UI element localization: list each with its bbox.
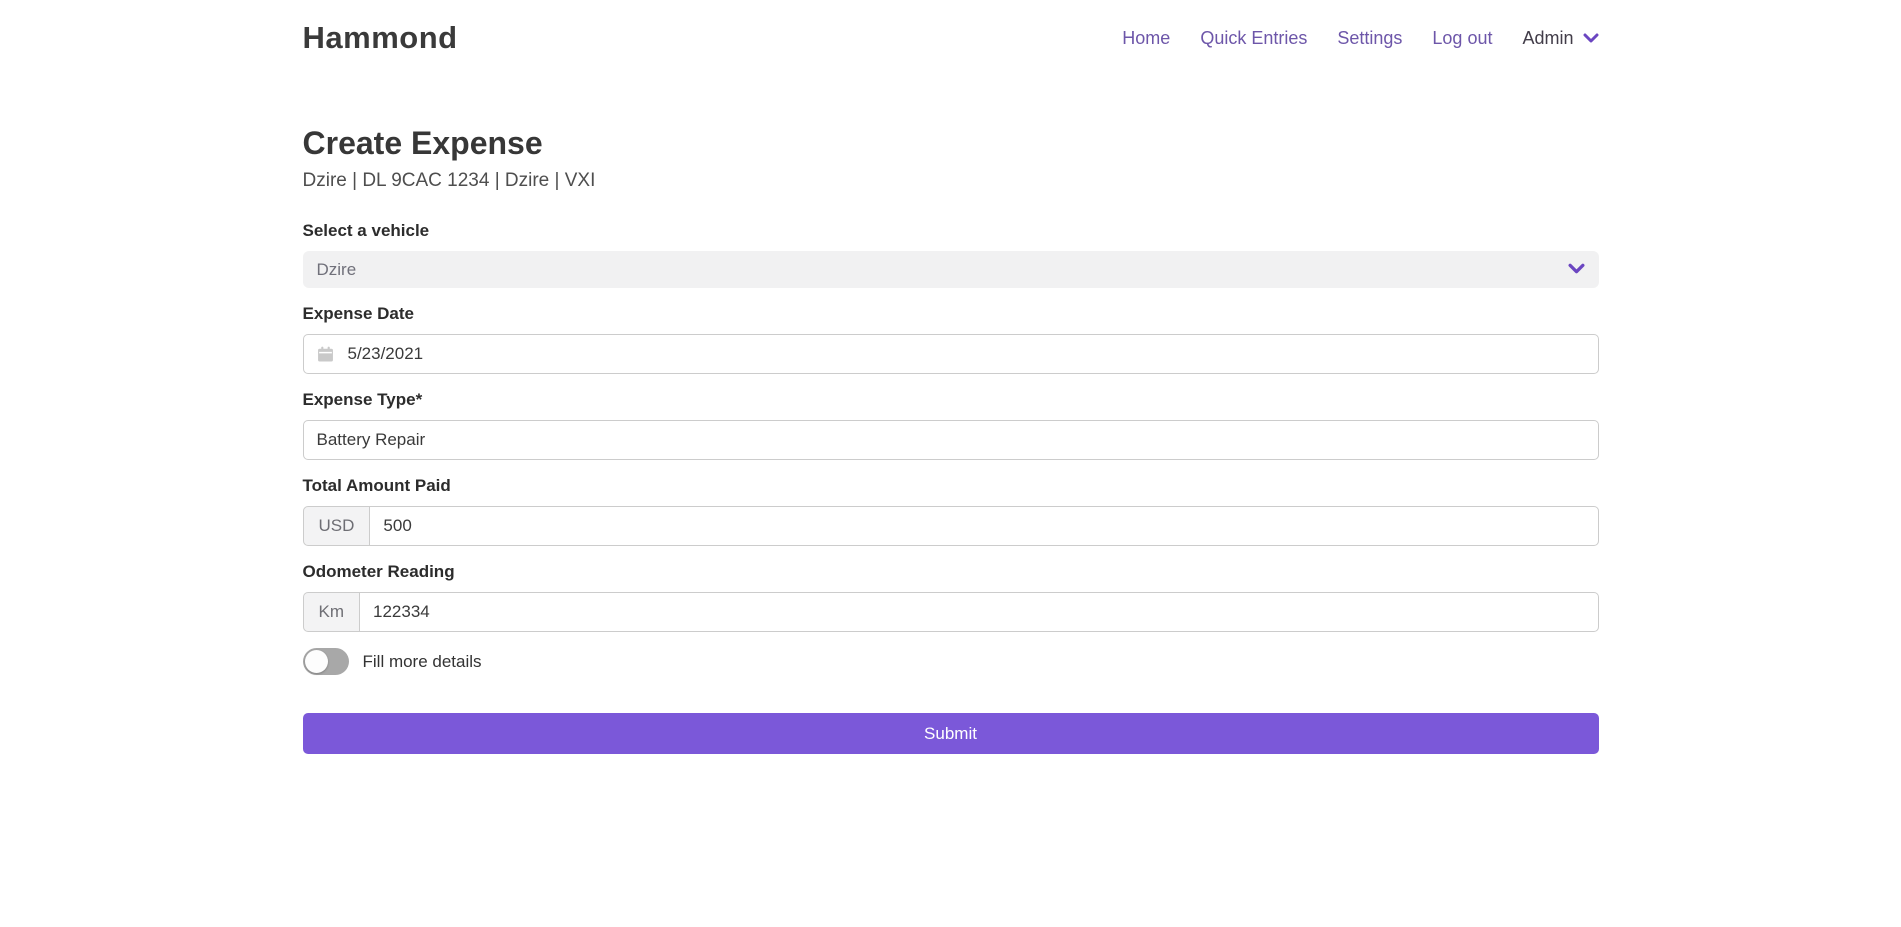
brand-logo[interactable]: Hammond — [303, 20, 458, 56]
fill-more-details-toggle[interactable] — [303, 648, 349, 675]
create-expense-form: Select a vehicle Dzire Expense Date — [303, 221, 1599, 754]
fill-more-details-label: Fill more details — [363, 652, 482, 672]
expense-date-label: Expense Date — [303, 304, 1599, 324]
currency-addon: USD — [303, 506, 370, 546]
chevron-down-icon — [1583, 28, 1599, 49]
toggle-knob — [305, 650, 328, 673]
total-amount-label: Total Amount Paid — [303, 476, 1599, 496]
nav-item-logout[interactable]: Log out — [1432, 28, 1492, 49]
fill-more-details-row: Fill more details — [303, 648, 1599, 675]
nav-user-menu[interactable]: Admin — [1522, 28, 1598, 49]
odometer-input[interactable] — [359, 592, 1599, 632]
vehicle-select-value: Dzire — [317, 260, 357, 280]
vehicle-label: Select a vehicle — [303, 221, 1599, 241]
page-subtitle: Dzire | DL 9CAC 1234 | Dzire | VXI — [303, 170, 1599, 192]
submit-button[interactable]: Submit — [303, 713, 1599, 754]
odometer-label: Odometer Reading — [303, 562, 1599, 582]
vehicle-select[interactable]: Dzire — [303, 251, 1599, 288]
distance-unit-addon: Km — [303, 592, 360, 632]
calendar-icon — [317, 346, 334, 363]
navbar: Hammond Home Quick Entries Settings Log … — [0, 0, 1901, 74]
nav-user-label: Admin — [1522, 28, 1573, 49]
expense-type-label: Expense Type* — [303, 390, 1599, 410]
total-amount-input[interactable] — [369, 506, 1598, 546]
expense-type-input[interactable] — [303, 420, 1599, 460]
expense-date-input[interactable] — [303, 334, 1599, 374]
nav-links: Home Quick Entries Settings Log out Admi… — [1122, 28, 1598, 49]
chevron-down-icon — [1568, 260, 1585, 280]
nav-item-home[interactable]: Home — [1122, 28, 1170, 49]
page-title: Create Expense — [303, 126, 1599, 161]
nav-item-settings[interactable]: Settings — [1337, 28, 1402, 49]
nav-item-quick-entries[interactable]: Quick Entries — [1200, 28, 1307, 49]
